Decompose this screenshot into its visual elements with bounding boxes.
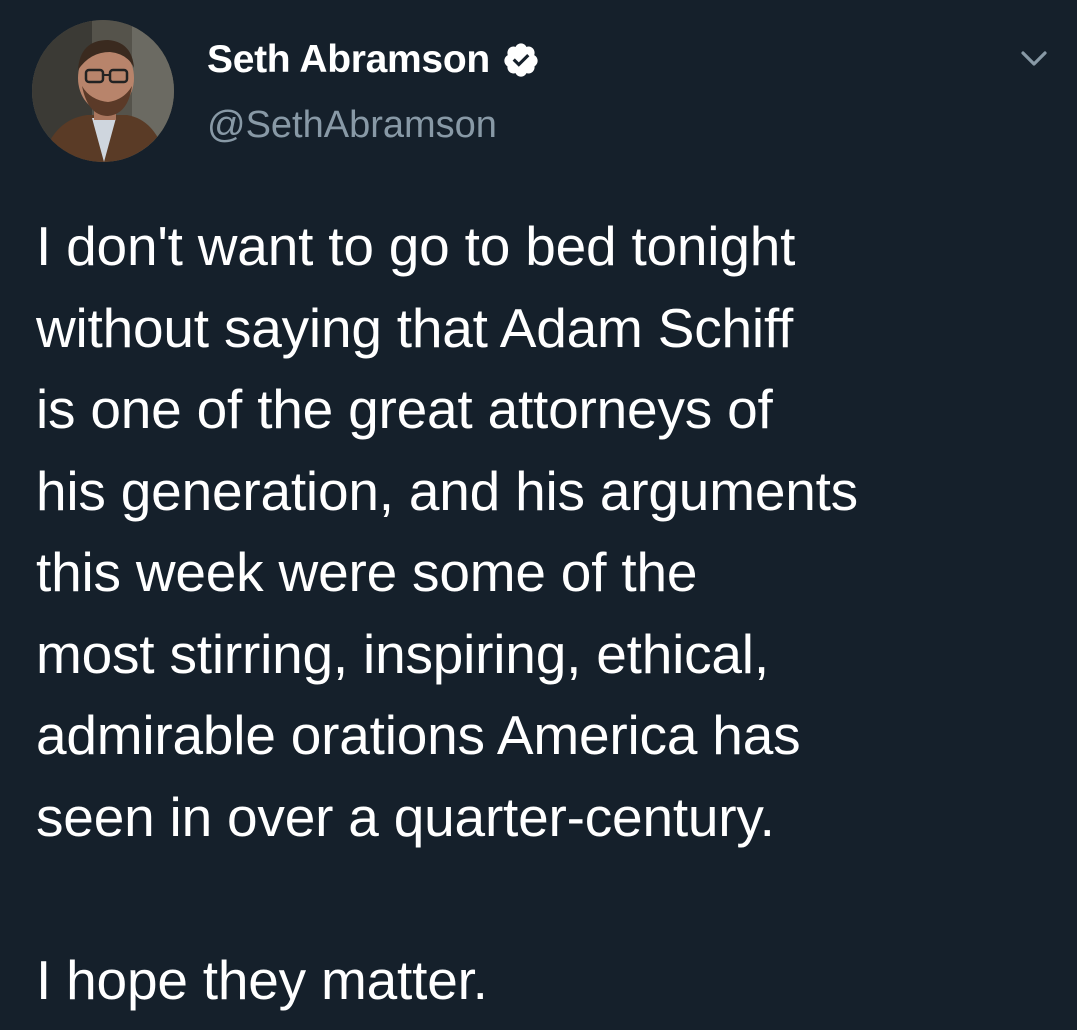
author-name-row: Seth Abramson bbox=[207, 36, 540, 84]
avatar[interactable] bbox=[32, 20, 174, 162]
verified-badge-icon bbox=[502, 41, 540, 79]
chevron-down-icon[interactable] bbox=[1014, 44, 1054, 74]
tweet: Seth Abramson @SethAbramson I don't want… bbox=[0, 0, 1077, 1030]
display-name[interactable]: Seth Abramson bbox=[207, 38, 490, 82]
tweet-text: I don't want to go to bed tonight withou… bbox=[36, 215, 858, 1011]
avatar-photo bbox=[32, 20, 174, 162]
author-handle[interactable]: @SethAbramson bbox=[207, 104, 497, 147]
